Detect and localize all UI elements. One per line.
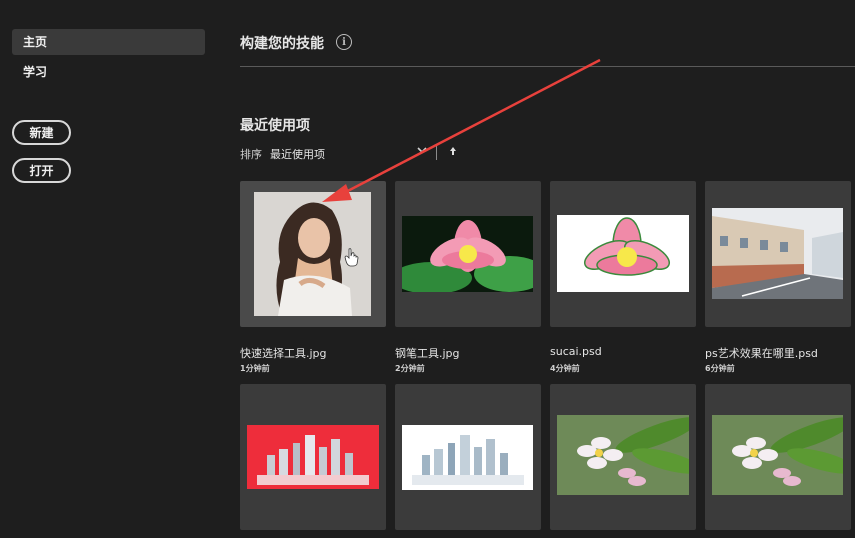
- sort-label: 排序: [240, 148, 262, 161]
- sidebar-item-learn[interactable]: 学习: [12, 59, 205, 85]
- sort-select[interactable]: 最近使用项: [270, 146, 325, 162]
- main-content: 构建您的技能 i 最近使用项 排序 最近使用项 快速选择工具.jpg 1分钟前: [222, 0, 855, 538]
- arrow-up-icon[interactable]: [448, 144, 458, 158]
- thumbnail-street: [712, 208, 843, 299]
- file-name[interactable]: sucai.psd: [550, 345, 602, 358]
- sort-separator: [436, 144, 437, 160]
- thumbnail-plumeria: [712, 415, 843, 495]
- sidebar-item-home[interactable]: 主页: [12, 29, 205, 55]
- file-time: 1分钟前: [240, 364, 270, 373]
- sidebar: 主页 学习 新建 打开: [0, 0, 222, 538]
- thumbnail-plumeria: [557, 415, 689, 495]
- file-time: 4分钟前: [550, 364, 580, 373]
- thumbnail-lotus-cutout: [557, 215, 689, 292]
- file-tile[interactable]: [550, 384, 696, 530]
- file-tile[interactable]: [240, 181, 386, 327]
- file-tile[interactable]: [705, 181, 851, 327]
- thumbnail-lotus-green: [402, 216, 533, 292]
- recent-title: 最近使用项: [240, 118, 310, 134]
- section-divider: [240, 66, 855, 67]
- open-button[interactable]: 打开: [12, 158, 71, 183]
- file-tile[interactable]: [550, 181, 696, 327]
- file-name[interactable]: 钢笔工具.jpg: [395, 345, 460, 361]
- chevron-down-icon[interactable]: [415, 143, 429, 157]
- file-name[interactable]: 快速选择工具.jpg: [240, 345, 327, 361]
- thumbnail-city-white: [402, 425, 533, 490]
- info-icon[interactable]: i: [336, 34, 352, 50]
- file-tile[interactable]: [395, 181, 541, 327]
- file-time: 6分钟前: [705, 364, 735, 373]
- file-tile[interactable]: [240, 384, 386, 530]
- skills-title: 构建您的技能: [240, 36, 324, 52]
- new-button[interactable]: 新建: [12, 120, 71, 145]
- hand-cursor-icon: [344, 248, 359, 267]
- file-tile[interactable]: [395, 384, 541, 530]
- file-time: 2分钟前: [395, 364, 425, 373]
- file-tile[interactable]: [705, 384, 851, 530]
- thumbnail-city-red: [247, 425, 379, 489]
- file-name[interactable]: ps艺术效果在哪里.psd: [705, 345, 818, 361]
